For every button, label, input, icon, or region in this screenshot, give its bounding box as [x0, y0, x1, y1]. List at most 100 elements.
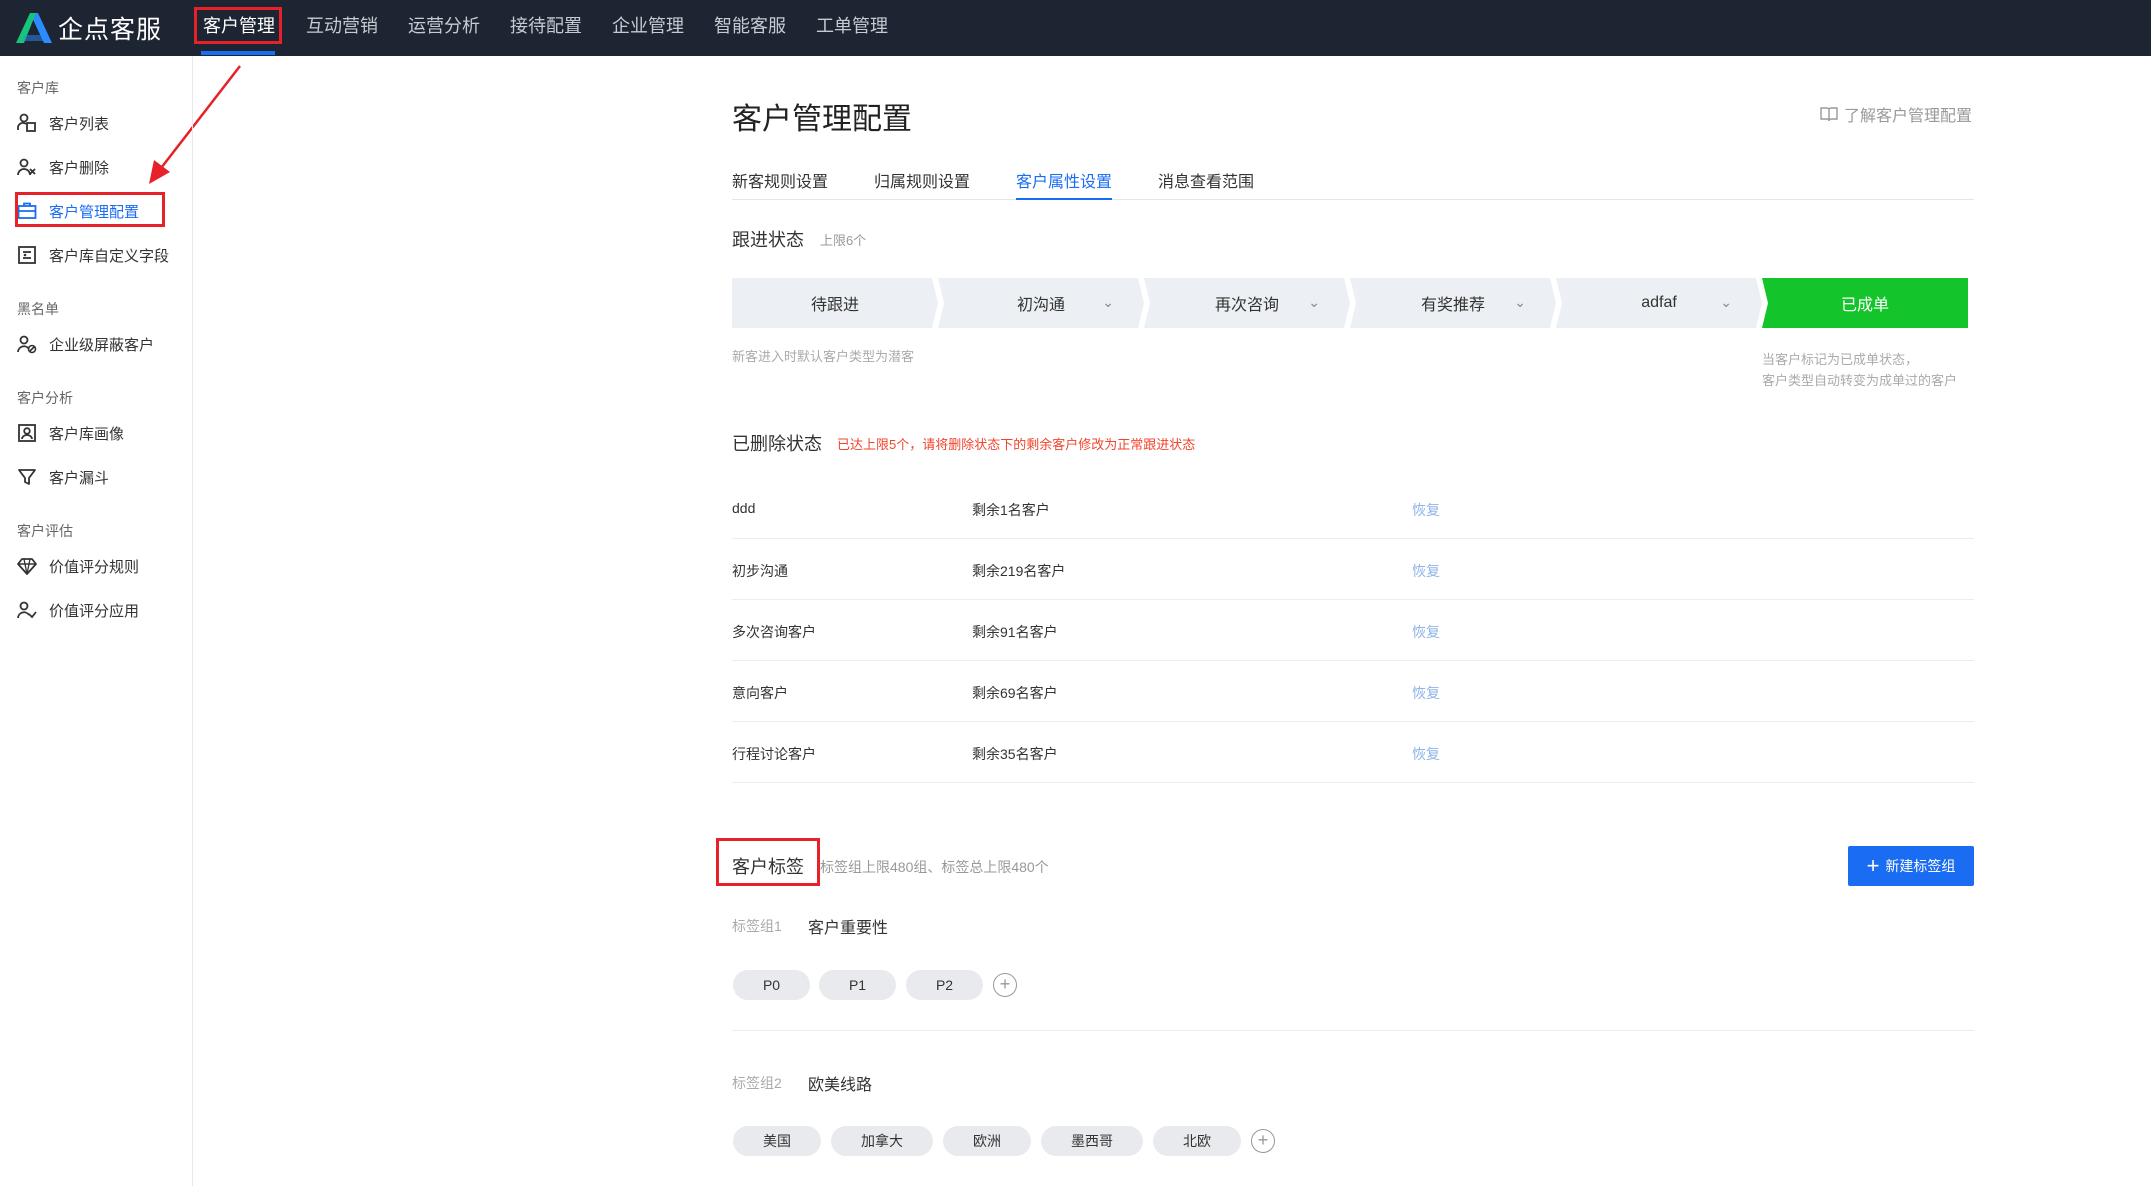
- sidebar-item-label: 客户删除: [49, 159, 110, 177]
- highlight-box-tags: [716, 838, 820, 886]
- funnel-icon: [16, 466, 38, 488]
- table-row: ddd 剩余1名客户 恢复: [732, 478, 1974, 539]
- top-nav: 企点客服 客户管理 互动营销 运营分析 接待配置 企业管理 智能客服 工单管理: [0, 0, 2151, 56]
- follow-hint-left: 新客进入时默认客户类型为潜客: [732, 349, 915, 364]
- divider: [732, 1030, 1974, 1031]
- tag-chip[interactable]: 欧洲: [943, 1126, 1031, 1156]
- nav-ticket-management[interactable]: 工单管理: [816, 0, 888, 56]
- deleted-status-name: 意向客户: [732, 685, 788, 701]
- customer-list-icon: [16, 112, 38, 134]
- sidebar-group-customer-base: 客户库: [17, 80, 59, 96]
- tag-chip[interactable]: P1: [819, 970, 896, 1000]
- add-tag-icon[interactable]: +: [993, 973, 1017, 997]
- chevron-down-icon[interactable]: ⌄: [1720, 294, 1732, 311]
- restore-link[interactable]: 恢复: [1412, 500, 1440, 520]
- tag-chip[interactable]: P0: [733, 970, 810, 1000]
- follow-hint-right-1: 当客户标记为已成单状态，: [1762, 352, 1919, 367]
- tag-chip[interactable]: 墨西哥: [1041, 1126, 1143, 1156]
- sidebar-item-enterprise-block[interactable]: 企业级屏蔽客户: [16, 329, 154, 359]
- restore-link[interactable]: 恢复: [1412, 683, 1440, 703]
- custom-field-icon: [16, 244, 38, 266]
- sidebar-item-score-application[interactable]: 价值评分应用: [16, 595, 139, 625]
- sidebar-item-custom-fields[interactable]: 客户库自定义字段: [16, 240, 169, 270]
- highlight-box-nav: [194, 7, 282, 44]
- user-score-icon: [16, 599, 38, 621]
- user-remove-icon: [16, 156, 38, 178]
- table-row: 多次咨询客户 剩余91名客户 恢复: [732, 600, 1974, 661]
- restore-link[interactable]: 恢复: [1412, 622, 1440, 642]
- status-step-label: 初沟通: [1016, 297, 1065, 314]
- tab-customer-attributes[interactable]: 客户属性设置: [1016, 168, 1113, 200]
- deleted-status-remain: 剩余219名客户: [972, 563, 1066, 579]
- chevron-down-icon[interactable]: ⌄: [1102, 294, 1114, 311]
- restore-link[interactable]: 恢复: [1412, 744, 1440, 764]
- sidebar-item-label: 企业级屏蔽客户: [49, 336, 155, 354]
- tag-group-label: 标签组2: [732, 1075, 782, 1091]
- tag-chip[interactable]: 加拿大: [831, 1126, 933, 1156]
- table-row: 意向客户 剩余69名客户 恢复: [732, 661, 1974, 722]
- status-step-closed-deal[interactable]: 已成单: [1762, 278, 1968, 328]
- tag-chip[interactable]: 北欧: [1153, 1126, 1241, 1156]
- config-tabs: 新客规则设置 归属规则设置 客户属性设置 消息查看范围: [732, 166, 1974, 200]
- sidebar-item-label: 价值评分规则: [49, 558, 140, 576]
- new-tag-group-label: 新建标签组: [1885, 858, 1956, 874]
- follow-status-title: 跟进状态: [732, 230, 804, 250]
- app-name: 企点客服: [58, 16, 163, 44]
- nav-operation-analysis[interactable]: 运营分析: [408, 0, 480, 56]
- tag-chip[interactable]: 美国: [733, 1126, 821, 1156]
- tab-message-scope[interactable]: 消息查看范围: [1158, 168, 1254, 200]
- deleted-status-warning: 已达上限5个，请将删除状态下的剩余客户修改为正常跟进状态: [837, 437, 1196, 452]
- nav-active-indicator: [201, 51, 275, 55]
- sidebar-item-customer-funnel[interactable]: 客户漏斗: [16, 462, 109, 492]
- status-step-re-consult[interactable]: 再次咨询 ⌄: [1144, 278, 1350, 328]
- follow-status-limit: 上限6个: [820, 233, 867, 248]
- status-step-label: 再次咨询: [1214, 297, 1279, 314]
- nav-smart-service[interactable]: 智能客服: [714, 0, 786, 56]
- restore-link[interactable]: 恢复: [1412, 561, 1440, 581]
- customer-tags-limit: 标签组上限480组、标签总上限480个: [820, 859, 1049, 875]
- status-step-pending[interactable]: 待跟进: [732, 278, 938, 328]
- sidebar-group-analysis: 客户分析: [17, 390, 73, 406]
- nav-interactive-marketing[interactable]: 互动营销: [306, 0, 378, 56]
- sidebar-item-label: 客户漏斗: [49, 469, 110, 487]
- status-step-adfaf[interactable]: adfaf ⌄: [1556, 278, 1762, 328]
- sidebar-item-label: 客户库画像: [49, 425, 125, 443]
- add-tag-icon[interactable]: +: [1251, 1129, 1275, 1153]
- sidebar-item-label: 价值评分应用: [49, 602, 140, 620]
- nav-enterprise-management[interactable]: 企业管理: [612, 0, 684, 56]
- tag-chip[interactable]: P2: [906, 970, 983, 1000]
- status-step-label: 已成单: [1840, 297, 1889, 314]
- status-step-referral[interactable]: 有奖推荐 ⌄: [1350, 278, 1556, 328]
- follow-status-steps: 待跟进 初沟通 ⌄ 再次咨询 ⌄ 有奖推荐 ⌄ adfaf ⌄ 已成单: [732, 278, 1972, 328]
- tag-group-name: 客户重要性: [808, 920, 889, 937]
- new-tag-group-button[interactable]: + 新建标签组: [1848, 846, 1974, 886]
- status-step-label: 有奖推荐: [1420, 297, 1485, 314]
- sidebar-item-customer-portrait[interactable]: 客户库画像: [16, 418, 124, 448]
- learn-more-link[interactable]: 了解客户管理配置: [1820, 102, 1972, 126]
- deleted-status-name: 初步沟通: [732, 563, 788, 579]
- chevron-down-icon[interactable]: ⌄: [1514, 294, 1526, 311]
- sidebar-item-label: 客户库自定义字段: [49, 247, 170, 265]
- follow-hint-right-2: 客户类型自动转变为成单过的客户: [1762, 373, 1958, 388]
- nav-reception-config[interactable]: 接待配置: [510, 0, 582, 56]
- app-logo[interactable]: 企点客服: [16, 10, 162, 46]
- sidebar-item-score-rules[interactable]: 价值评分规则: [16, 551, 139, 581]
- sidebar-group-blacklist: 黑名单: [17, 301, 59, 317]
- sidebar-item-customer-list[interactable]: 客户列表: [16, 108, 109, 138]
- tab-ownership-rules[interactable]: 归属规则设置: [874, 168, 970, 200]
- plus-icon: +: [1866, 853, 1880, 878]
- user-block-icon: [16, 333, 38, 355]
- status-step-label: adfaf: [1641, 294, 1677, 311]
- chevron-down-icon[interactable]: ⌄: [1308, 294, 1320, 311]
- deleted-status-remain: 剩余91名客户: [972, 624, 1058, 640]
- highlight-box-sidebar: [15, 192, 165, 227]
- tab-new-customer-rules[interactable]: 新客规则设置: [732, 168, 828, 200]
- deleted-status-name: 多次咨询客户: [732, 624, 816, 640]
- deleted-status-remain: 剩余69名客户: [972, 685, 1058, 701]
- status-step-first-contact[interactable]: 初沟通 ⌄: [938, 278, 1144, 328]
- tag-group-label: 标签组1: [732, 918, 782, 934]
- sidebar-item-customer-delete[interactable]: 客户删除: [16, 152, 109, 182]
- sidebar-group-evaluation: 客户评估: [17, 523, 73, 539]
- portrait-icon: [16, 422, 38, 444]
- deleted-status-name: 行程讨论客户: [732, 746, 816, 762]
